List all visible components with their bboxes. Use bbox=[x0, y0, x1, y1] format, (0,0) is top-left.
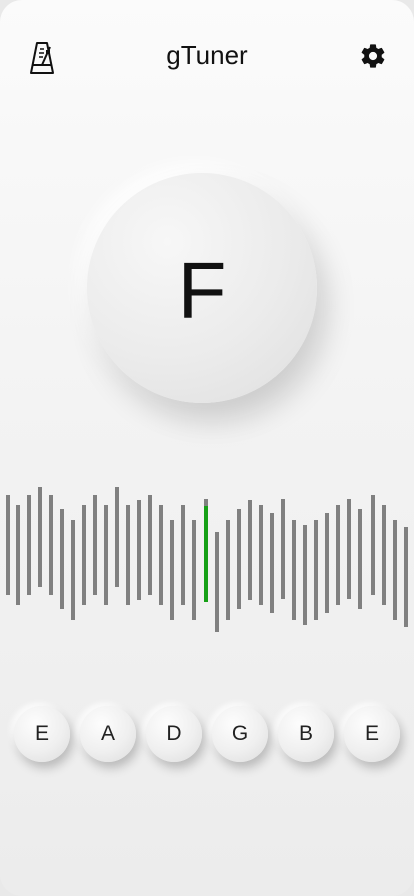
string-button-6[interactable]: E bbox=[344, 706, 400, 762]
string-button-3[interactable]: D bbox=[146, 706, 202, 762]
tuning-meter bbox=[0, 480, 414, 640]
app-title: gTuner bbox=[166, 40, 248, 70]
tuning-meter-ticks bbox=[6, 487, 408, 632]
string-button-2[interactable]: A bbox=[80, 706, 136, 762]
string-selector: E A D G B E bbox=[0, 706, 414, 768]
settings-button[interactable] bbox=[355, 38, 391, 74]
string-button-5[interactable]: B bbox=[278, 706, 334, 762]
detected-note-display: F bbox=[87, 173, 317, 403]
header: gTuner bbox=[0, 0, 414, 112]
string-button-4[interactable]: G bbox=[212, 706, 268, 762]
gear-icon bbox=[361, 44, 385, 68]
tuner-screen: gTuner F E A D G B E bbox=[0, 0, 414, 896]
string-button-1[interactable]: E bbox=[14, 706, 70, 762]
detected-note: F bbox=[177, 246, 227, 335]
